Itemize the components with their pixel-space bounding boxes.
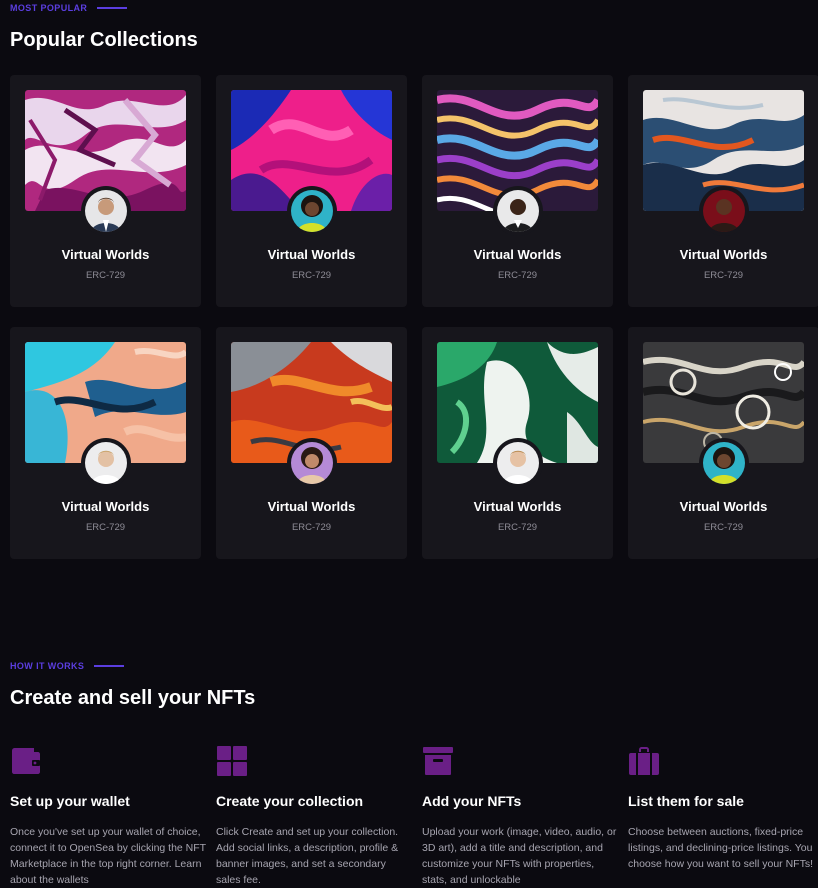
avatar[interactable] bbox=[703, 442, 745, 484]
step-wallet: Set up your wallet Once you've set up yo… bbox=[10, 745, 206, 888]
popular-title: Popular Collections bbox=[10, 29, 198, 51]
step-description: Once you've set up your wallet of choice… bbox=[10, 826, 206, 886]
tag-icon bbox=[628, 745, 660, 777]
collection-name[interactable]: Virtual Worlds bbox=[216, 247, 407, 262]
collection-name[interactable]: Virtual Worlds bbox=[10, 499, 201, 514]
step-title: Add your NFTs bbox=[422, 793, 522, 809]
avatar[interactable] bbox=[291, 442, 333, 484]
collection-standard: ERC-729 bbox=[291, 522, 332, 533]
creator-avatar-ring bbox=[699, 186, 749, 236]
collection-card[interactable]: Virtual Worlds ERC-729 bbox=[628, 327, 818, 559]
how-eyebrow: HOW IT WORKS bbox=[10, 661, 125, 671]
step-collection: Create your collection Click Create and … bbox=[216, 745, 412, 888]
collection-card[interactable]: Virtual Worlds ERC-729 bbox=[10, 75, 201, 307]
collection-standard: ERC-729 bbox=[85, 522, 126, 533]
collection-card[interactable]: Virtual Worlds ERC-729 bbox=[216, 327, 407, 559]
collection-name[interactable]: Virtual Worlds bbox=[628, 499, 818, 514]
collection-standard: ERC-729 bbox=[85, 270, 126, 281]
how-eyebrow-label: HOW IT WORKS bbox=[10, 661, 85, 671]
creator-avatar-ring bbox=[699, 438, 749, 488]
eyebrow-divider bbox=[97, 7, 128, 9]
wallet-icon bbox=[10, 745, 42, 777]
avatar[interactable] bbox=[497, 442, 539, 484]
step-title: Create your collection bbox=[216, 793, 364, 809]
collection-standard: ERC-729 bbox=[497, 270, 538, 281]
avatar[interactable] bbox=[703, 190, 745, 232]
popular-eyebrow: MOST POPULAR bbox=[10, 3, 128, 13]
popular-eyebrow-label: MOST POPULAR bbox=[10, 3, 88, 13]
archive-icon bbox=[422, 745, 454, 777]
creator-avatar-ring bbox=[287, 438, 337, 488]
collection-card[interactable]: Virtual Worlds ERC-729 bbox=[422, 75, 613, 307]
avatar[interactable] bbox=[85, 442, 127, 484]
step-description: Choose between auctions, fixed-price lis… bbox=[628, 826, 814, 870]
step-title: Set up your wallet bbox=[10, 793, 130, 809]
collection-card[interactable]: Virtual Worlds ERC-729 bbox=[628, 75, 818, 307]
creator-avatar-ring bbox=[287, 186, 337, 236]
collection-name[interactable]: Virtual Worlds bbox=[216, 499, 407, 514]
creator-avatar-ring bbox=[81, 186, 131, 236]
grid-icon bbox=[216, 745, 248, 777]
collection-card[interactable]: Virtual Worlds ERC-729 bbox=[422, 327, 613, 559]
collection-card[interactable]: Virtual Worlds ERC-729 bbox=[10, 327, 201, 559]
collection-standard: ERC-729 bbox=[703, 522, 744, 533]
collection-card[interactable]: Virtual Worlds ERC-729 bbox=[216, 75, 407, 307]
avatar[interactable] bbox=[497, 190, 539, 232]
collection-name[interactable]: Virtual Worlds bbox=[422, 247, 613, 262]
step-title: List them for sale bbox=[628, 793, 744, 809]
avatar[interactable] bbox=[85, 190, 127, 232]
step-add-nfts: Add your NFTs Upload your work (image, v… bbox=[422, 745, 618, 888]
creator-avatar-ring bbox=[493, 186, 543, 236]
collection-standard: ERC-729 bbox=[497, 522, 538, 533]
eyebrow-divider bbox=[94, 665, 125, 667]
step-description: Upload your work (image, video, audio, o… bbox=[422, 826, 617, 886]
collection-standard: ERC-729 bbox=[703, 270, 744, 281]
collection-name[interactable]: Virtual Worlds bbox=[422, 499, 613, 514]
how-title: Create and sell your NFTs bbox=[10, 687, 256, 709]
avatar[interactable] bbox=[291, 190, 333, 232]
creator-avatar-ring bbox=[493, 438, 543, 488]
collection-name[interactable]: Virtual Worlds bbox=[10, 247, 201, 262]
creator-avatar-ring bbox=[81, 438, 131, 488]
collection-standard: ERC-729 bbox=[291, 270, 332, 281]
step-description: Click Create and set up your collection.… bbox=[216, 826, 399, 886]
collection-name[interactable]: Virtual Worlds bbox=[628, 247, 818, 262]
step-list-sale: List them for sale Choose between auctio… bbox=[628, 745, 818, 872]
